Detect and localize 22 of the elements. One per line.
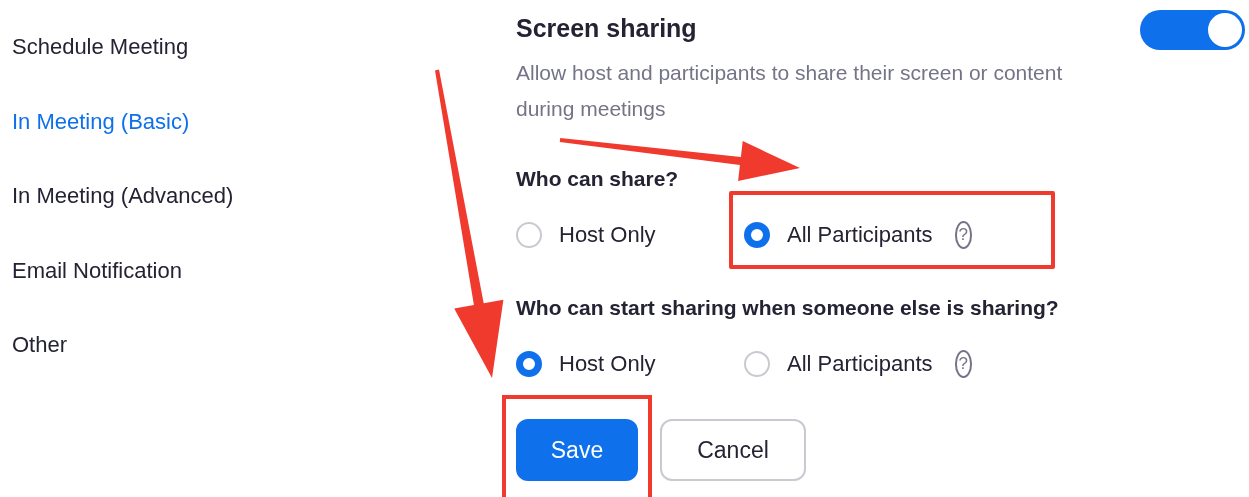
setting-description: Allow host and participants to share their screen or content during meetings — [516, 60, 1064, 122]
setting-title: Screen sharing — [516, 14, 697, 43]
sidebar-item[interactable]: Email Notification — [0, 233, 182, 308]
sidebar-item[interactable]: In Meeting (Basic) — [0, 84, 190, 159]
question-label: Who can share? — [516, 166, 679, 192]
help-icon[interactable]: ? — [954, 350, 972, 378]
save-button[interactable]: Save — [516, 419, 638, 481]
cancel-button[interactable]: Cancel — [660, 419, 806, 481]
radio-button[interactable] — [516, 222, 542, 248]
help-icon[interactable]: ? — [954, 221, 972, 249]
radio-button[interactable] — [744, 351, 770, 377]
sidebar-item[interactable]: Schedule Meeting — [0, 10, 189, 85]
radio-label[interactable]: Host Only — [559, 351, 656, 377]
radio-button[interactable] — [516, 351, 542, 377]
radio-button[interactable] — [744, 222, 770, 248]
radio-label[interactable]: Host Only — [559, 222, 656, 248]
radio-label[interactable]: All Participants — [787, 351, 933, 377]
radio-label[interactable]: All Participants — [787, 222, 933, 248]
toggle-switch[interactable] — [1140, 10, 1245, 50]
sidebar-item[interactable]: Other — [0, 308, 68, 383]
sidebar-item[interactable]: In Meeting (Advanced) — [0, 159, 234, 234]
question-label: Who can start sharing when someone else is sharing? — [516, 295, 1059, 321]
